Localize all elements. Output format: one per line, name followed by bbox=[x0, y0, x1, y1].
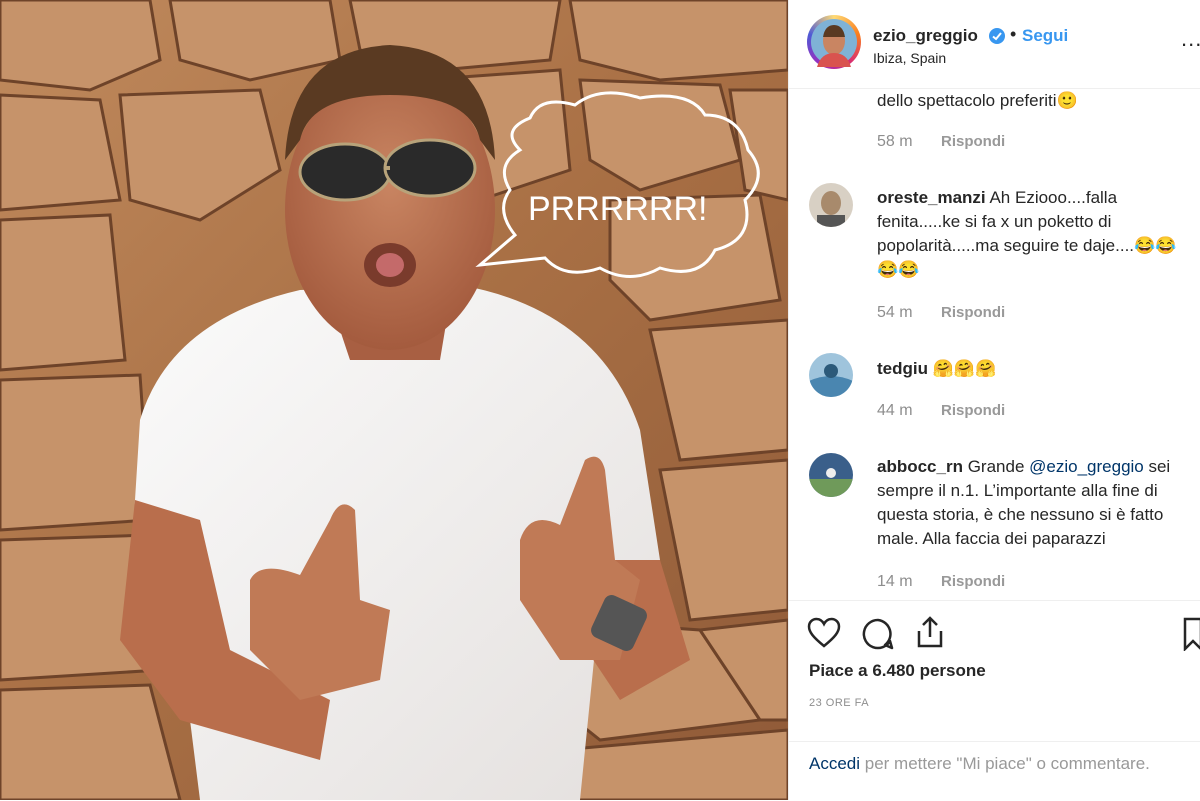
comment-text: dello spettacolo preferiti🙂 bbox=[877, 91, 1078, 110]
author-username[interactable]: ezio_greggio bbox=[873, 26, 978, 46]
comment-text: tedgiu 🤗🤗🤗 bbox=[877, 359, 997, 378]
likes-count[interactable]: Piace a 6.480 persone bbox=[809, 661, 986, 681]
commenter-username[interactable]: abbocc_rn bbox=[877, 457, 963, 476]
comment-time: 14 m bbox=[877, 573, 913, 590]
reply-button[interactable]: Rispondi bbox=[941, 133, 1005, 150]
comment-icon[interactable] bbox=[861, 617, 895, 656]
post-header: ezio_greggio • Segui Ibiza, Spain ... bbox=[789, 0, 1200, 89]
post-side-panel: ezio_greggio • Segui Ibiza, Spain ... de… bbox=[788, 0, 1200, 800]
comment-text: abbocc_rn Grande @ezio_greggio sei sempr… bbox=[877, 457, 1171, 548]
comment-meta: 44 m Rispondi bbox=[877, 402, 1005, 420]
comments-list[interactable]: dello spettacolo preferiti🙂 58 m Rispondi… bbox=[789, 89, 1200, 599]
commenter-username[interactable]: oreste_manzi bbox=[877, 188, 986, 207]
commenter-avatar[interactable] bbox=[809, 453, 853, 497]
commenter-avatar[interactable] bbox=[809, 353, 853, 397]
commenter-avatar[interactable] bbox=[809, 183, 853, 227]
mention-link[interactable]: @ezio_greggio bbox=[1029, 457, 1144, 476]
login-link[interactable]: Accedi bbox=[809, 754, 860, 773]
comment-meta: 58 m Rispondi bbox=[877, 133, 1005, 151]
post-timestamp[interactable]: 23 ORE FA bbox=[809, 697, 869, 709]
comment-time: 44 m bbox=[877, 402, 913, 419]
photo-illustration: PRRRRRR! bbox=[0, 0, 788, 800]
post-actions: Piace a 6.480 persone 23 ORE FA Accedi p… bbox=[789, 600, 1200, 801]
login-prompt-text: per mettere "Mi piace" o commentare. bbox=[860, 754, 1150, 773]
comment-time: 58 m bbox=[877, 133, 913, 150]
heart-icon[interactable] bbox=[807, 617, 841, 654]
comment-time: 54 m bbox=[877, 304, 913, 321]
post-photo[interactable]: PRRRRRR! bbox=[0, 0, 788, 800]
comment-meta: 14 m Rispondi bbox=[877, 573, 1005, 591]
login-prompt: Accedi per mettere "Mi piace" o commenta… bbox=[789, 741, 1200, 773]
more-options-icon[interactable]: ... bbox=[1181, 26, 1200, 52]
verified-icon bbox=[988, 27, 1006, 50]
reply-button[interactable]: Rispondi bbox=[941, 304, 1005, 321]
share-icon[interactable] bbox=[915, 615, 945, 654]
post-location[interactable]: Ibiza, Spain bbox=[873, 50, 946, 66]
comment-meta: 54 m Rispondi bbox=[877, 304, 1005, 322]
header-separator: • bbox=[1010, 24, 1017, 44]
commenter-username[interactable]: tedgiu bbox=[877, 359, 928, 378]
reply-button[interactable]: Rispondi bbox=[941, 402, 1005, 419]
bubble-text: PRRRRRR! bbox=[528, 190, 707, 228]
comment-text: oreste_manzi Ah Eziooo....falla fenita..… bbox=[877, 188, 1177, 279]
reply-button[interactable]: Rispondi bbox=[941, 573, 1005, 590]
follow-button[interactable]: Segui bbox=[1022, 26, 1068, 46]
author-avatar[interactable] bbox=[807, 15, 861, 69]
bookmark-icon[interactable] bbox=[1183, 617, 1200, 656]
